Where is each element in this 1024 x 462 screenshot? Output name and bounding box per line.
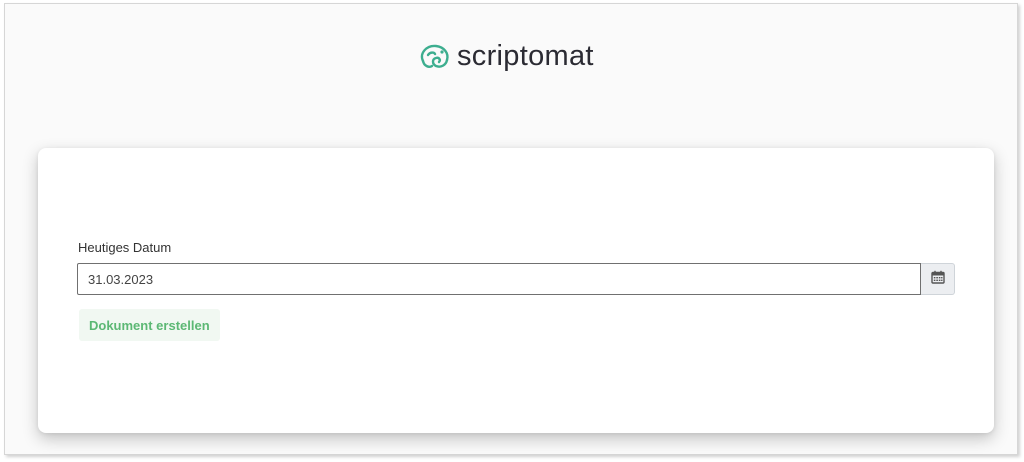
chameleon-logo-icon [417, 41, 453, 71]
app-window: scriptomat Heutiges Datum 31.03.2023 Dok… [4, 3, 1018, 455]
brand-logo: scriptomat [417, 38, 594, 74]
brand-name: scriptomat [457, 40, 594, 72]
date-label: Heutiges Datum [78, 240, 172, 255]
calendar-button[interactable] [921, 263, 955, 295]
form-card: Heutiges Datum 31.03.2023 Dokument erste… [38, 148, 994, 433]
date-picker [77, 263, 955, 295]
date-input[interactable] [77, 263, 921, 295]
create-document-button[interactable]: Dokument erstellen [79, 309, 220, 341]
calendar-icon [930, 270, 945, 289]
